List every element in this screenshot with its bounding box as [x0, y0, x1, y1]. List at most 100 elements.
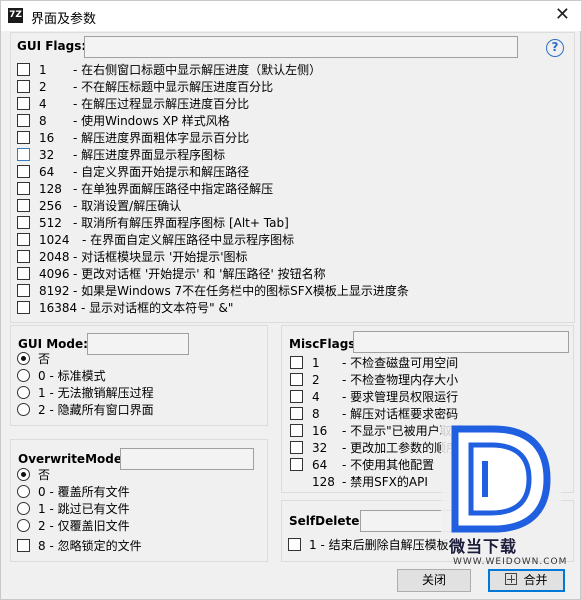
checkbox[interactable] — [17, 250, 30, 263]
radio-button[interactable] — [17, 403, 30, 416]
merge-icon — [505, 573, 518, 585]
overwrite-option[interactable]: 1 - 跳过已有文件 — [17, 500, 130, 517]
gui-flag-row[interactable]: 16384- 显示对话框的文本符号" &" — [17, 299, 233, 316]
checkbox[interactable] — [290, 356, 303, 369]
checkbox[interactable] — [17, 233, 30, 246]
checkbox[interactable] — [17, 539, 30, 552]
close-icon[interactable]: ✕ — [555, 4, 570, 26]
checkbox[interactable] — [17, 80, 30, 93]
flag-number: 32 — [312, 440, 328, 455]
radio-button[interactable] — [17, 352, 30, 365]
checkbox[interactable] — [17, 199, 30, 212]
self-delete-checkbox-row[interactable]: 1 - 结束后删除自解压模板 — [288, 536, 449, 553]
checkbox[interactable] — [17, 131, 30, 144]
overwrite-option[interactable]: 否 — [17, 466, 50, 483]
radio-button[interactable] — [17, 468, 30, 481]
checkbox[interactable] — [290, 373, 303, 386]
checkbox[interactable] — [17, 216, 30, 229]
checkbox[interactable] — [17, 165, 30, 178]
radio-button[interactable] — [17, 502, 30, 515]
flag-number: 64 — [39, 164, 55, 179]
flag-number: 256 — [39, 198, 62, 213]
flag-description: - 取消所有解压界面程序图标 [Alt+ Tab] — [73, 216, 289, 230]
ignore-locked-checkbox-row[interactable]: 8 - 忽略锁定的文件 — [17, 537, 142, 554]
flag-description: - 不使用其他配置 — [342, 458, 435, 472]
gui-mode-option[interactable]: 1 - 无法撤销解压过程 — [17, 384, 154, 401]
gui-mode-field[interactable] — [87, 333, 189, 355]
checkbox[interactable] — [17, 301, 30, 314]
merge-button[interactable]: 合并 — [488, 569, 565, 592]
option-label: 1 - 无法撤销解压过程 — [38, 386, 154, 400]
misc-flag-row[interactable]: 128 - 禁用SFX的API — [290, 473, 428, 490]
misc-flag-row[interactable]: 32- 更改加工参数的顺序 — [290, 439, 458, 456]
option-label: 否 — [38, 352, 51, 366]
flag-description: - 在解压过程显示解压进度百分比 — [73, 97, 250, 111]
gui-flag-row[interactable]: 8 - 使用Windows XP 样式风格 — [17, 112, 230, 129]
gui-flag-row[interactable]: 64 - 自定义界面开始提示和解压路径 — [17, 163, 249, 180]
option-label: 8 - 忽略锁定的文件 — [38, 539, 142, 553]
checkbox[interactable] — [290, 407, 303, 420]
gui-mode-option[interactable]: 否 — [17, 350, 50, 367]
misc-flag-row[interactable]: 4 - 要求管理员权限运行 — [290, 388, 458, 405]
checkbox[interactable] — [17, 148, 30, 161]
misc-flag-row[interactable]: 2 - 不检查物理内存大小 — [290, 371, 458, 388]
gui-flag-row[interactable]: 256 - 取消设置/解压确认 — [17, 197, 181, 214]
flag-description: - 使用Windows XP 样式风格 — [73, 114, 230, 128]
flag-description: - 如果是Windows 7不在任务栏中的图标SFX模板上显示进度条 — [73, 284, 409, 298]
option-label: 0 - 标准模式 — [38, 369, 106, 383]
flag-number: 1 — [39, 62, 47, 77]
misc-flag-row[interactable]: 8 - 解压对话框要求密码 — [290, 405, 458, 422]
checkbox[interactable] — [17, 97, 30, 110]
misc-flags-field[interactable] — [353, 331, 569, 353]
flag-description: - 取消设置/解压确认 — [73, 199, 182, 213]
gui-flag-row[interactable]: 128 - 在单独界面解压路径中指定路径解压 — [17, 180, 273, 197]
radio-button[interactable] — [17, 485, 30, 498]
gui-mode-option[interactable]: 2 - 隐藏所有窗口界面 — [17, 401, 154, 418]
checkbox[interactable] — [17, 267, 30, 280]
misc-flag-row[interactable]: 1 - 不检查磁盘可用空间 — [290, 354, 458, 371]
option-label: 1 - 跳过已有文件 — [38, 502, 130, 516]
option-label: 否 — [38, 468, 51, 482]
gui-flag-row[interactable]: 2 - 不在解压标题中显示解压进度百分比 — [17, 78, 273, 95]
merge-label: 合并 — [523, 573, 548, 587]
gui-flag-row[interactable]: 2048- 对话框模块显示 '开始提示'图标 — [17, 248, 248, 265]
checkbox[interactable] — [290, 390, 303, 403]
gui-flag-row[interactable]: 16 - 解压进度界面粗体字显示百分比 — [17, 129, 249, 146]
gui-flags-field[interactable] — [84, 36, 518, 58]
flag-number: 64 — [312, 457, 328, 472]
gui-flag-row[interactable]: 1 - 在右侧窗口标题中显示解压进度（默认左侧） — [17, 61, 321, 78]
checkbox[interactable] — [290, 441, 303, 454]
flag-number: 4 — [39, 96, 47, 111]
radio-button[interactable] — [17, 386, 30, 399]
gui-flags-label: GUI Flags: — [17, 39, 87, 53]
close-button[interactable]: 关闭 — [397, 569, 471, 592]
checkbox[interactable] — [17, 182, 30, 195]
misc-flag-row[interactable]: 64 - 不使用其他配置 — [290, 456, 434, 473]
gui-flag-row[interactable]: 512 - 取消所有解压界面程序图标 [Alt+ Tab] — [17, 214, 289, 231]
flag-number: 1 — [312, 355, 320, 370]
flag-number: 2 — [312, 372, 320, 387]
overwrite-option[interactable]: 2 - 仅覆盖旧文件 — [17, 517, 130, 534]
radio-button[interactable] — [17, 519, 30, 532]
gui-flag-row[interactable]: 1024 - 在界面自定义解压路径中显示程序图标 — [17, 231, 294, 248]
checkbox[interactable] — [17, 63, 30, 76]
checkbox[interactable] — [17, 284, 30, 297]
gui-flag-row[interactable]: 4 - 在解压过程显示解压进度百分比 — [17, 95, 249, 112]
overwrite-mode-field[interactable] — [120, 448, 254, 470]
flag-description: - 在右侧窗口标题中显示解压进度（默认左侧） — [73, 63, 322, 77]
checkbox[interactable] — [288, 538, 301, 551]
overwrite-option[interactable]: 0 - 覆盖所有文件 — [17, 483, 130, 500]
flag-description: - 解压进度界面粗体字显示百分比 — [73, 131, 250, 145]
checkbox[interactable] — [17, 114, 30, 127]
radio-button[interactable] — [17, 369, 30, 382]
watermark-url: WWW.WEIDOWN.COM — [453, 557, 568, 567]
gui-flag-row[interactable]: 4096- 更改对话框 '开始提示' 和 '解压路径' 按钮名称 — [17, 265, 326, 282]
gui-mode-option[interactable]: 0 - 标准模式 — [17, 367, 106, 384]
checkbox[interactable] — [290, 424, 303, 437]
gui-flag-row[interactable]: 32 - 解压进度界面显示程序图标 — [17, 146, 225, 163]
checkbox[interactable] — [290, 458, 303, 471]
option-label: 1 - 结束后删除自解压模板 — [309, 538, 449, 552]
gui-flag-row[interactable]: 8192- 如果是Windows 7不在任务栏中的图标SFX模板上显示进度条 — [17, 282, 409, 299]
dialog-window: 7Z 界面及参数 ✕ GUI Flags: ? 1 - 在右侧窗口标题中显示解压进… — [0, 0, 581, 600]
help-icon[interactable]: ? — [546, 39, 564, 57]
